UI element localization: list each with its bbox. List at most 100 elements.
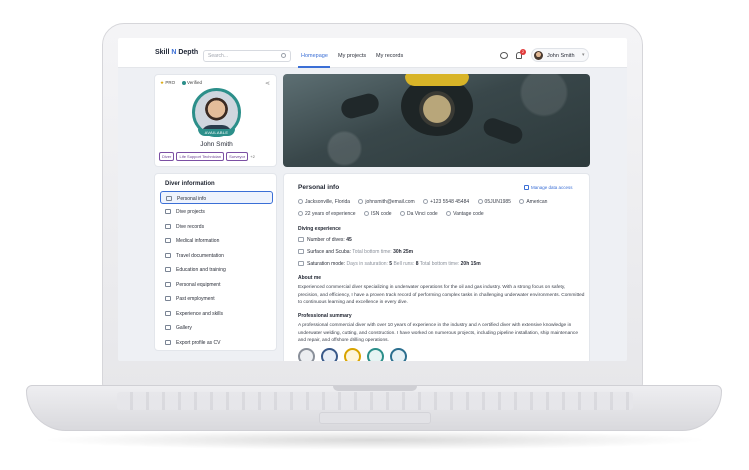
share-icon[interactable]: ⋖ [265,80,270,87]
iso-badge-icon[interactable] [298,348,315,361]
id-icon [446,211,452,216]
verified-badge: Verified [182,80,202,85]
menu-item-gallery[interactable]: Gallery [160,321,273,334]
profile-name: John Smith [200,141,233,148]
more-tags[interactable]: +2 [250,154,255,159]
app-logo[interactable]: Skill N Depth [155,49,198,56]
location-value: Jacksonville, Florida [305,199,351,205]
manage-data-access-link[interactable]: Manage data access [524,185,573,190]
lock-icon [524,185,529,190]
folder-icon [165,209,171,214]
about-me-text: Experienced commercial diver specializin… [298,285,585,305]
location-icon [298,199,303,204]
menu-item-dive-projects[interactable]: Dive projects [160,205,273,218]
gold-badge-icon[interactable] [344,348,361,361]
briefcase-icon [165,296,171,301]
section-title-about-me: About me [298,275,322,281]
image-icon [165,325,171,330]
search-input[interactable]: Search... [203,50,291,62]
star-icon: ★ [160,80,165,85]
role-tags: Diver Life Support Technician Surveyor +… [159,152,277,161]
vantage-code: Vantage code [453,211,484,217]
menu-item-personal-equipment[interactable]: Personal equipment [160,278,273,291]
menu-item-travel-documentation[interactable]: Travel documentation [160,249,273,262]
shield-badge-icon[interactable] [321,348,338,361]
green-badge-icon[interactable] [367,348,384,361]
chat-icon[interactable] [500,52,508,59]
da-vinci-code: Da Vinci code [406,211,438,217]
role-tag[interactable]: Life Support Technician [176,152,224,161]
dive-icon [298,237,304,242]
number-of-dives: Number of dives: 45 [298,237,352,243]
role-tag[interactable]: Diver [159,152,175,161]
medical-icon [165,238,171,243]
menu-item-dive-records[interactable]: Dive records [160,220,273,233]
skills-icon [165,310,171,316]
active-tab-indicator [298,66,330,68]
surface-scuba-stat: Surface and Scuba: Total bottom time: 30… [298,249,413,255]
wrench-icon [165,281,171,287]
search-icon [281,53,286,58]
nationality-value: American [526,199,548,205]
calendar-icon [477,199,483,204]
saturation-stat: Saturation mode: Days in saturation: 5 B… [298,261,481,267]
id-icon [363,211,369,216]
mail-icon [358,199,364,204]
personal-info-row-2: 22 years of experience ISN code Da Vinci… [298,211,491,217]
menu-item-experience-skills[interactable]: Experience and skills [160,307,273,320]
menu-item-education-training[interactable]: Education and training [160,263,273,276]
laptop-base [26,385,722,431]
section-title-personal-info: Personal info [298,184,340,191]
flag-icon [519,199,525,204]
notification-badge: 2 [520,49,526,55]
menu-item-past-employment[interactable]: Past employment [160,292,273,305]
export-icon [165,339,171,345]
menu-item-personal-info[interactable]: Personal info [160,191,273,204]
isn-code: ISN code [370,211,392,217]
menu-item-export-cv[interactable]: Export profile as CV [160,336,273,349]
tab-my-records[interactable]: My records [376,53,403,59]
profile-card: ★ PRO Verified ⋖ AVAILABLE John Smith Di… [154,74,277,167]
cover-photo [283,74,590,167]
records-icon [165,223,171,229]
clock-icon [298,211,303,216]
check-icon [182,80,186,85]
section-title-diving-experience: Diving experience [298,226,341,232]
search-placeholder: Search... [208,53,229,59]
availability-status: AVAILABLE [198,129,235,136]
menu-item-medical-information[interactable]: Medical information [160,234,273,247]
user-name: John Smith [547,52,575,59]
laptop-shadow [40,430,710,450]
laptop-trackpad [319,412,431,424]
user-menu[interactable]: John Smith ▾ [531,48,589,62]
personal-info-row-1: Jacksonville, Florida johnsmith@email.co… [298,199,554,205]
graduation-icon [165,267,171,272]
top-navigation: Skill N Depth Search... Homepage My proj… [118,38,627,68]
saturation-icon [298,261,304,266]
avatar [534,51,543,60]
id-icon [399,211,405,216]
cover-bubbles [283,74,590,167]
section-title-professional-summary: Professional summary [298,313,352,319]
blue-badge-icon[interactable] [390,348,407,361]
laptop-keyboard [117,392,633,410]
experience-value: 22 years of experience [305,211,356,217]
phone-icon [423,199,429,204]
menu-title: Diver information [165,181,215,187]
chevron-down-icon: ▾ [582,52,585,58]
tab-homepage[interactable]: Homepage [301,53,328,59]
role-tag[interactable]: Surveyor [226,152,249,161]
personal-info-panel: Personal info Manage data access Jackson… [283,173,590,361]
professional-summary-text: A professional commercial diver with ove… [298,323,578,343]
dob-value: 05JUN1985 [484,199,511,205]
passport-icon [165,252,171,258]
app-screen: Skill N Depth Search... Homepage My proj… [118,38,627,361]
scuba-icon [298,249,304,254]
tab-my-projects[interactable]: My projects [338,53,366,59]
user-icon [166,196,172,201]
email-value[interactable]: johnsmith@email.com [365,199,414,205]
phone-value[interactable]: +123 5548 45484 [430,199,469,205]
laptop-notch [333,386,417,391]
diver-info-menu: Diver information Personal info Dive pro… [154,173,277,351]
pro-badge: ★ PRO [160,80,176,85]
